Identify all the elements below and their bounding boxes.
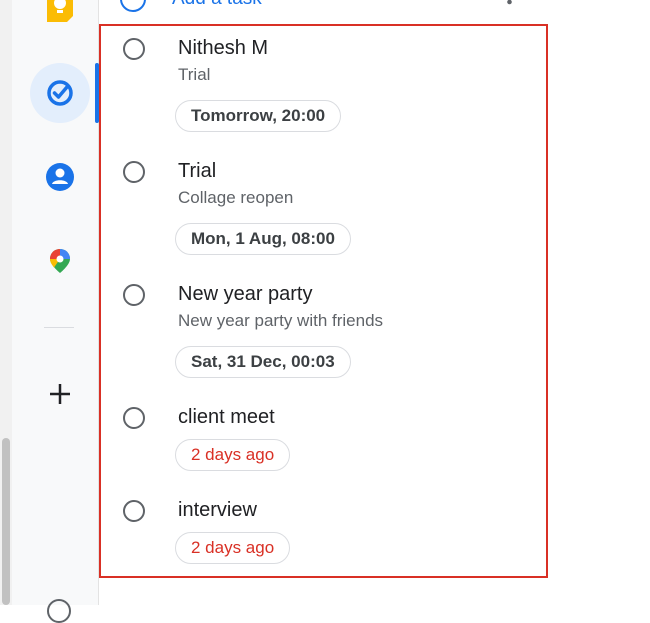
bottom-rail-icon[interactable] xyxy=(47,599,71,623)
scrollbar-track[interactable] xyxy=(0,0,12,605)
add-task-button[interactable]: Add a task xyxy=(120,0,262,13)
contacts-icon[interactable] xyxy=(44,161,76,193)
highlight-box xyxy=(99,24,548,578)
scrollbar-thumb[interactable] xyxy=(2,438,10,605)
maps-icon[interactable] xyxy=(46,247,74,275)
rail-separator xyxy=(44,327,74,328)
more-options-icon[interactable] xyxy=(507,0,512,5)
tasks-icon[interactable] xyxy=(30,63,90,123)
keep-icon[interactable] xyxy=(45,0,75,22)
add-task-icon xyxy=(120,0,146,12)
add-task-label: Add a task xyxy=(172,0,262,10)
add-icon[interactable] xyxy=(46,380,74,408)
